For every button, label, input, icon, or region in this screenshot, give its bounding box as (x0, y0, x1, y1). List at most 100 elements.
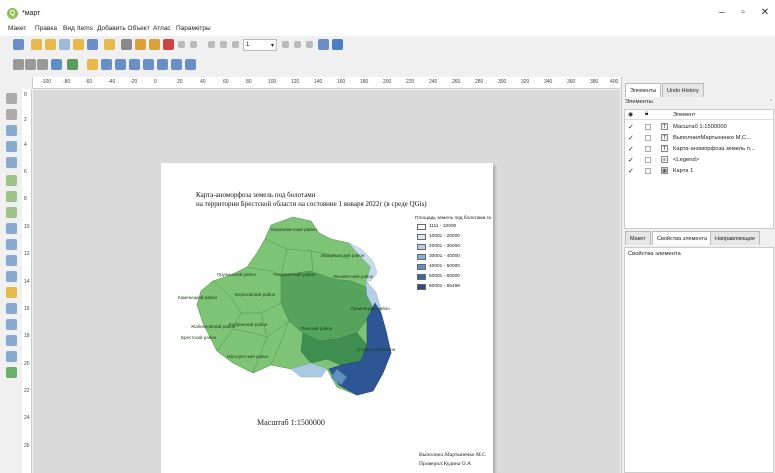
item-name: Масштаб 1:1500000 (673, 124, 727, 130)
duplicate-layout-icon[interactable] (45, 39, 56, 50)
map-item[interactable] (161, 163, 421, 403)
ungroup-icon[interactable] (115, 59, 126, 70)
ruler-tick-label: -100 (41, 79, 52, 85)
minimize-button[interactable]: – (712, 6, 732, 20)
pan-icon[interactable] (6, 93, 17, 104)
ruler-tick-label: 100 (268, 79, 277, 85)
add-marker-icon[interactable] (6, 303, 17, 314)
visible-checkbox[interactable]: ✓ (628, 123, 634, 131)
atlas-preview-icon[interactable] (208, 41, 215, 48)
ruler-tick-label: 220 (406, 79, 415, 85)
add-polygon-icon[interactable] (6, 319, 17, 330)
save-template-icon[interactable] (87, 39, 98, 50)
add-html-icon[interactable] (6, 351, 17, 362)
add-legend-icon[interactable] (6, 239, 17, 250)
ruler-tick-label: 6 (24, 169, 27, 175)
previous-feature-icon[interactable] (232, 41, 239, 48)
layout-manager-icon[interactable] (59, 39, 70, 50)
author-line2[interactable]: Проверил:Кудина О.А (419, 461, 471, 467)
menu-view[interactable]: Вид (63, 25, 75, 32)
tab-undo-history[interactable]: Undo History (662, 83, 704, 97)
raise-icon[interactable] (129, 59, 140, 70)
menu-settings[interactable]: Параметры (176, 25, 211, 32)
distribute-icon[interactable] (171, 59, 182, 70)
page-setup-icon[interactable] (104, 39, 115, 50)
menu-layout[interactable]: Макет (8, 25, 26, 32)
menu-edit[interactable]: Правка (35, 25, 57, 32)
print-atlas-icon[interactable] (306, 41, 313, 48)
resize-icon[interactable] (185, 59, 196, 70)
visible-checkbox[interactable]: ✓ (628, 134, 634, 142)
edit-nodes-icon[interactable] (6, 157, 17, 168)
export-image-icon[interactable] (135, 39, 146, 50)
items-list[interactable]: ◉ 🔒︎ Элемент ✓ T Масштаб 1:1500000 ✓ T Вып… (624, 109, 774, 229)
district-label: Березовский район (235, 292, 276, 297)
tab-layout[interactable]: Макет (625, 231, 651, 245)
close-button[interactable]: ✕ (755, 6, 775, 20)
menu-atlas[interactable]: Атлас (153, 25, 171, 32)
legend-label: 1111 - 10000 (429, 224, 457, 229)
export-pdf-icon[interactable] (163, 39, 174, 50)
add-picture-icon[interactable] (6, 207, 17, 218)
label-item-icon: T (661, 134, 668, 141)
move-content-icon[interactable] (6, 141, 17, 152)
list-item[interactable]: ✓ T Карта-аноморфоза земель п... (625, 144, 773, 154)
maximize-button[interactable]: ▫ (733, 6, 753, 20)
add-polyline-icon[interactable] (6, 335, 17, 346)
tab-item-properties[interactable]: Свойства элемента (652, 231, 713, 245)
lock-checkbox[interactable] (645, 146, 651, 152)
next-feature-icon[interactable] (282, 41, 289, 48)
menu-items[interactable]: Items (77, 25, 93, 32)
select-icon[interactable] (6, 125, 17, 136)
list-item[interactable]: ✓ ▦ Карта 1 (625, 166, 773, 176)
add-scalebar-icon[interactable] (6, 255, 17, 266)
new-layout-icon[interactable] (31, 39, 42, 50)
tab-items[interactable]: Элементы (625, 83, 662, 97)
author-line1[interactable]: Выполнил:Мартыненко М.С (419, 452, 486, 458)
align-icon[interactable] (157, 59, 168, 70)
legend[interactable]: Площадь земель под болотами,га 1111 - 10… (415, 216, 495, 293)
add-shape-icon[interactable] (6, 287, 17, 298)
visible-checkbox[interactable]: ✓ (628, 145, 634, 153)
lock-items-icon[interactable] (87, 59, 98, 70)
add-north-arrow-icon[interactable] (6, 271, 17, 282)
add-attribute-table-icon[interactable] (6, 367, 17, 378)
lower-icon[interactable] (143, 59, 154, 70)
last-feature-icon[interactable] (294, 41, 301, 48)
atlas-settings-icon[interactable] (318, 39, 329, 50)
layout-page[interactable]: Карта-аноморфоза земель под болотами на … (161, 163, 493, 473)
list-item[interactable]: ✓ ≡ <Legend> (625, 155, 773, 165)
list-item[interactable]: ✓ T ВыполнилМартыненко М.С... (625, 133, 773, 143)
visible-checkbox[interactable]: ✓ (628, 156, 634, 164)
refresh-icon[interactable] (67, 59, 78, 70)
lock-checkbox[interactable] (645, 124, 651, 130)
lock-checkbox[interactable] (645, 135, 651, 141)
atlas-page-combobox[interactable]: 1 ▾ (243, 39, 277, 51)
open-folder-icon[interactable] (73, 39, 84, 50)
zoom-in-icon[interactable] (13, 59, 24, 70)
visible-checkbox[interactable]: ✓ (628, 167, 634, 175)
zoom-tool-icon[interactable] (6, 109, 17, 120)
export-svg-icon[interactable] (149, 39, 160, 50)
add-3d-map-icon[interactable] (6, 191, 17, 202)
float-panel-icon[interactable]: ▫ (770, 98, 772, 104)
print-icon[interactable] (121, 39, 132, 50)
zoom-actual-icon[interactable] (51, 59, 62, 70)
list-item[interactable]: ✓ T Масштаб 1:1500000 (625, 122, 773, 132)
scale-label[interactable]: Масштаб 1:1500000 (257, 418, 325, 427)
redo-icon[interactable] (190, 41, 197, 48)
undo-icon[interactable] (178, 41, 185, 48)
zoom-out-icon[interactable] (25, 59, 36, 70)
zoom-full-icon[interactable] (37, 59, 48, 70)
export-atlas-icon[interactable] (332, 39, 343, 50)
lock-checkbox[interactable] (645, 168, 651, 174)
add-label-icon[interactable] (6, 223, 17, 234)
tab-guides[interactable]: Направляющие (710, 231, 760, 245)
group-icon[interactable] (101, 59, 112, 70)
save-icon[interactable] (13, 39, 24, 50)
lock-header-icon: 🔒︎ (645, 111, 649, 117)
menu-add-item[interactable]: Добавить Объект (97, 25, 150, 32)
first-feature-icon[interactable] (220, 41, 227, 48)
lock-checkbox[interactable] (645, 157, 651, 163)
add-map-icon[interactable] (6, 175, 17, 186)
